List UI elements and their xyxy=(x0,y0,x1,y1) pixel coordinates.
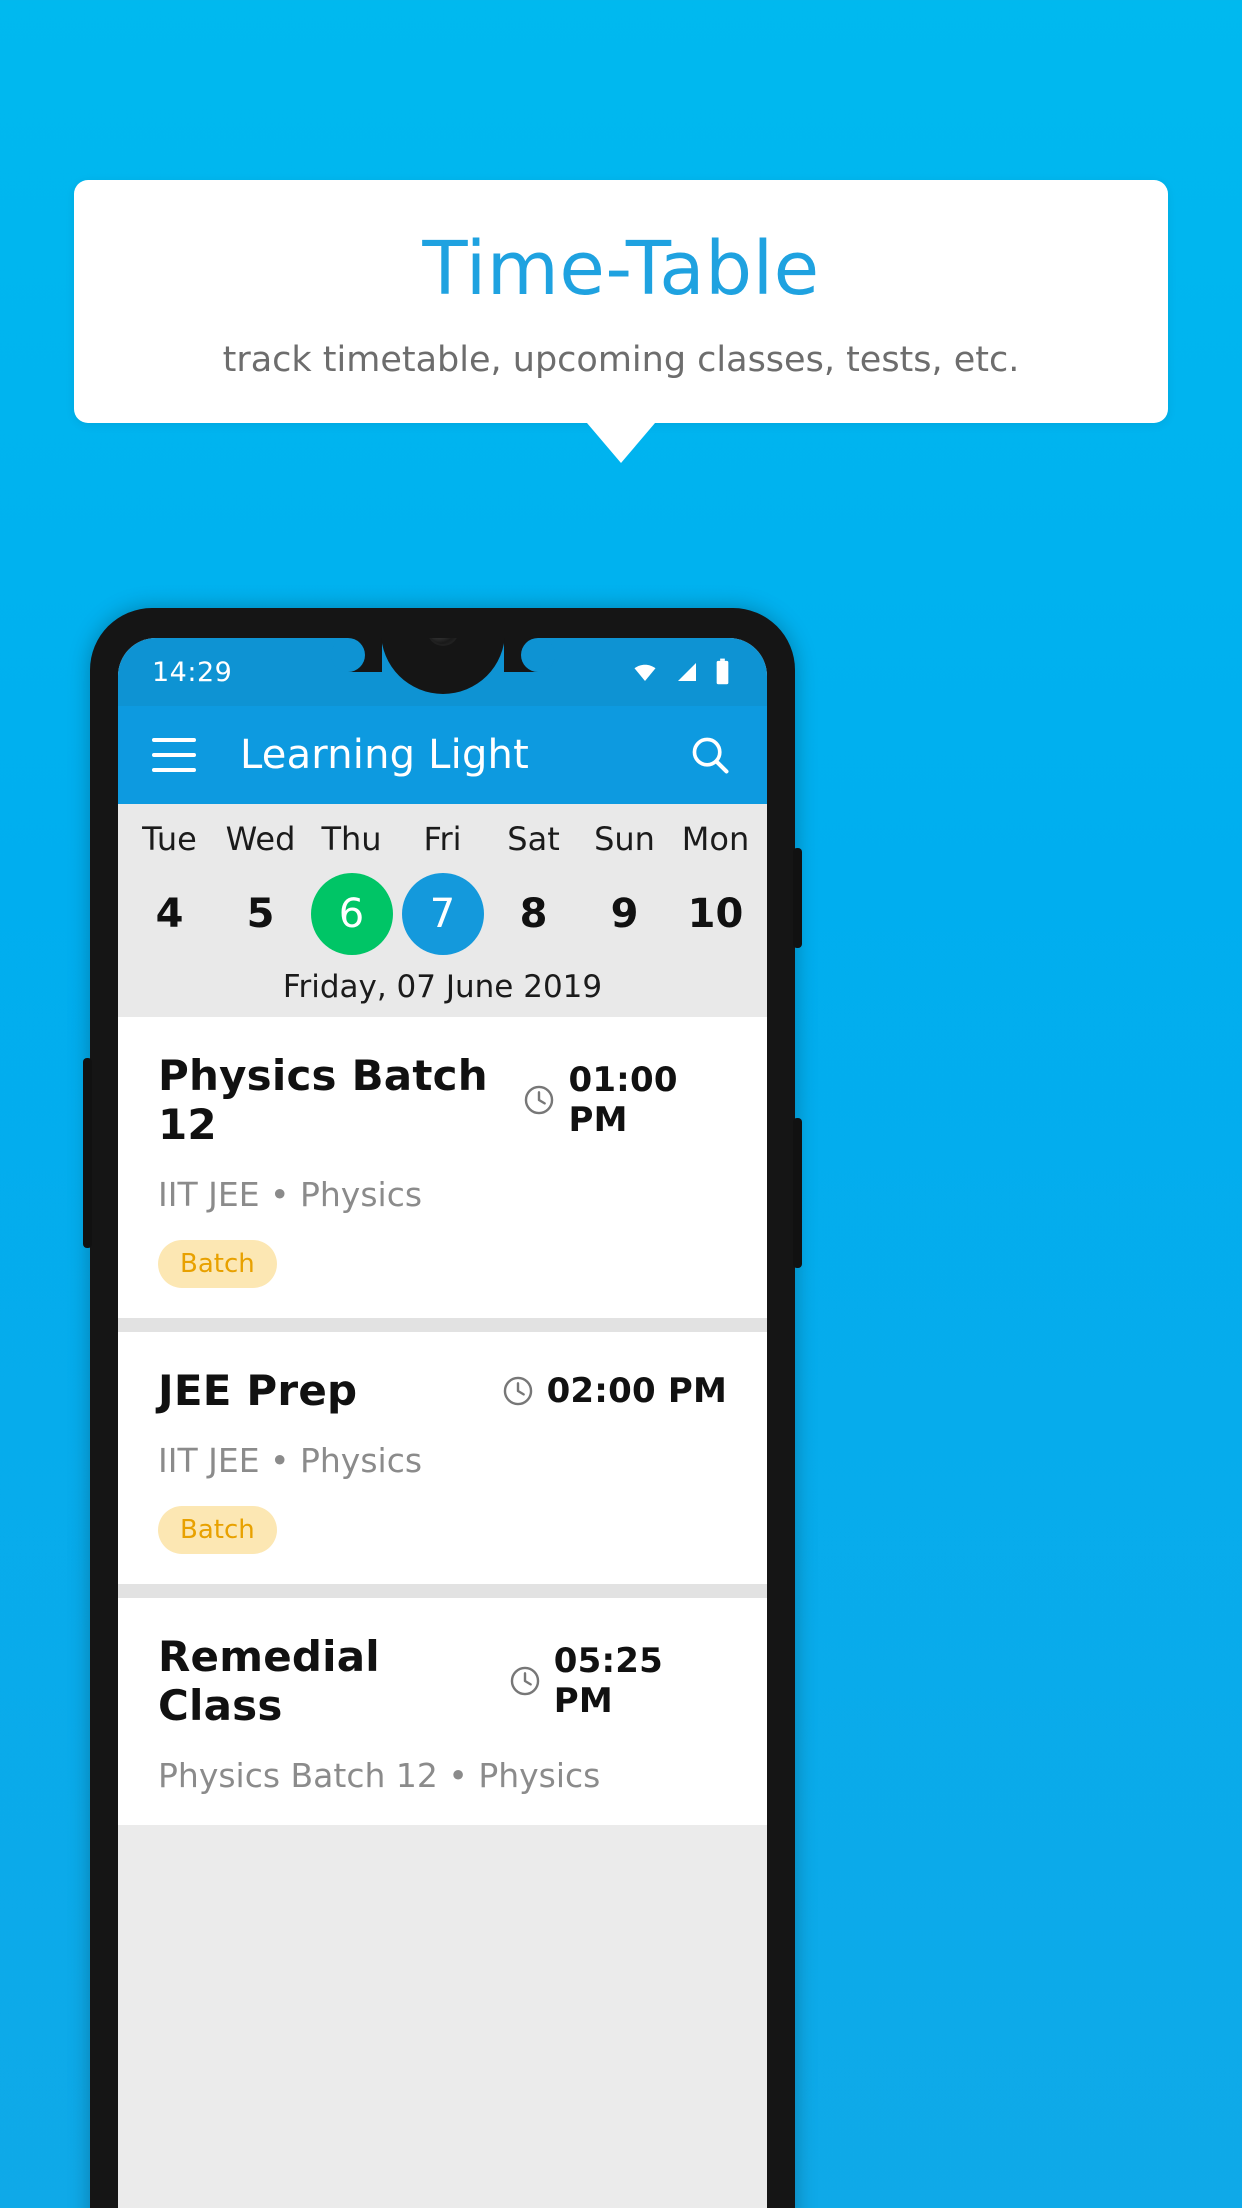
clock-icon xyxy=(522,1083,556,1117)
signal-icon xyxy=(673,660,701,684)
notch-left-curve xyxy=(330,638,382,672)
day-number: 7 xyxy=(429,891,456,938)
status-badge: Batch xyxy=(158,1240,277,1289)
front-camera-icon xyxy=(428,638,457,644)
clock-icon xyxy=(501,1374,535,1408)
notch-right-curve xyxy=(503,638,555,672)
class-list: Physics Batch 12 01:00 PM IIT JEE • Physic… xyxy=(118,1017,767,1826)
promo-callout-card: Time-Table track timetable, upcoming cla… xyxy=(74,180,1168,423)
day-number-badge: 8 xyxy=(493,873,575,955)
day-cell-thu[interactable]: Thu 6 xyxy=(306,820,397,956)
class-title: Physics Batch 12 xyxy=(158,1051,488,1150)
day-cell-sun[interactable]: Sun 9 xyxy=(579,820,670,955)
hamburger-menu-icon[interactable] xyxy=(152,738,196,772)
class-time-group: 02:00 PM xyxy=(501,1371,727,1411)
day-cell-sat[interactable]: Sat 8 xyxy=(488,820,579,955)
class-card-header: Physics Batch 12 01:00 PM xyxy=(158,1051,727,1149)
day-number-badge: 7 xyxy=(401,873,484,956)
selected-date-label: Friday, 07 June 2019 xyxy=(282,969,603,1006)
class-time: 05:25 PM xyxy=(553,1641,664,1722)
class-time-group: 01:00 PM xyxy=(522,1060,727,1140)
day-cell-mon[interactable]: Mon 10 xyxy=(670,820,761,955)
day-number: 4 xyxy=(155,891,184,938)
phone-notch xyxy=(330,638,555,700)
phone-device-frame: 14:29 Learning Light Tue 4 Wed 5 Thu 6 F… xyxy=(83,608,802,2208)
notch-drop xyxy=(380,638,505,694)
day-name: Fri xyxy=(423,820,462,858)
battery-icon xyxy=(714,658,731,686)
day-cell-wed[interactable]: Wed 5 xyxy=(215,820,306,955)
day-number: 8 xyxy=(519,891,548,938)
day-number-badge: 5 xyxy=(220,873,302,955)
clock-icon xyxy=(508,1664,542,1698)
class-subtitle: Physics Batch 12 • Physics xyxy=(158,1756,601,1796)
class-badges: Batch xyxy=(158,1506,727,1555)
day-number: 6 xyxy=(338,891,365,938)
class-card-header: Remedial Class 05:25 PM xyxy=(158,1632,727,1730)
app-title: Learning Light xyxy=(240,732,529,778)
class-card[interactable]: Physics Batch 12 01:00 PM IIT JEE • Physic… xyxy=(118,1017,767,1319)
day-name: Wed xyxy=(225,820,296,858)
day-name: Mon xyxy=(681,820,750,858)
status-bar-icons xyxy=(630,658,731,686)
class-subtitle: IIT JEE • Physics xyxy=(158,1175,423,1215)
class-title: JEE Prep xyxy=(158,1366,358,1416)
class-badges: Batch xyxy=(158,1240,727,1289)
volume-button[interactable] xyxy=(793,1118,802,1268)
promo-title: Time-Table xyxy=(422,225,820,312)
promo-subtitle: track timetable, upcoming classes, tests… xyxy=(222,339,1020,380)
class-time: 01:00 PM xyxy=(568,1060,678,1141)
status-bar-clock: 14:29 xyxy=(152,656,233,688)
phone-screen: 14:29 Learning Light Tue 4 Wed 5 Thu 6 F… xyxy=(118,638,767,2208)
class-subtitle: IIT JEE • Physics xyxy=(158,1441,423,1481)
class-title: Remedial Class xyxy=(158,1632,380,1731)
day-number-badge: 4 xyxy=(129,873,211,955)
class-time-group: 05:25 PM xyxy=(508,1641,727,1721)
class-time: 02:00 PM xyxy=(546,1370,727,1411)
phone-bezel: 14:29 Learning Light Tue 4 Wed 5 Thu 6 F… xyxy=(118,638,767,2208)
day-name: Thu xyxy=(321,820,382,858)
status-badge: Batch xyxy=(158,1506,277,1555)
day-name: Sun xyxy=(594,820,655,858)
date-strip: Tue 4 Wed 5 Thu 6 Fri 7 Sat 8 Sun 9 Mon 10 Friday, 07… xyxy=(118,804,767,1018)
class-card[interactable]: Remedial Class 05:25 PM Physics Batch 12 •… xyxy=(118,1598,767,1826)
day-name: Tue xyxy=(142,820,197,858)
wifi-icon xyxy=(630,660,660,684)
day-number-badge: 6 xyxy=(310,873,393,956)
day-number: 5 xyxy=(246,891,275,938)
search-icon[interactable] xyxy=(687,732,733,778)
class-card-header: JEE Prep 02:00 PM xyxy=(158,1366,727,1415)
day-cell-fri[interactable]: Fri 7 xyxy=(397,820,488,956)
day-number: 10 xyxy=(687,891,744,938)
day-cell-tue[interactable]: Tue 4 xyxy=(124,820,215,955)
status-bar: 14:29 xyxy=(118,638,767,706)
day-number: 9 xyxy=(610,891,639,938)
class-card[interactable]: JEE Prep 02:00 PM IIT JEE • Physics Batch xyxy=(118,1332,767,1585)
promo-callout-tail xyxy=(587,423,655,463)
day-number-badge: 9 xyxy=(584,873,666,955)
left-side-button[interactable] xyxy=(83,1058,92,1248)
day-name: Sat xyxy=(507,820,560,858)
day-number-badge: 10 xyxy=(675,873,757,955)
power-button[interactable] xyxy=(793,848,802,948)
day-row: Tue 4 Wed 5 Thu 6 Fri 7 Sat 8 Sun 9 Mon 10 xyxy=(118,820,767,956)
app-bar: Learning Light xyxy=(118,706,767,804)
